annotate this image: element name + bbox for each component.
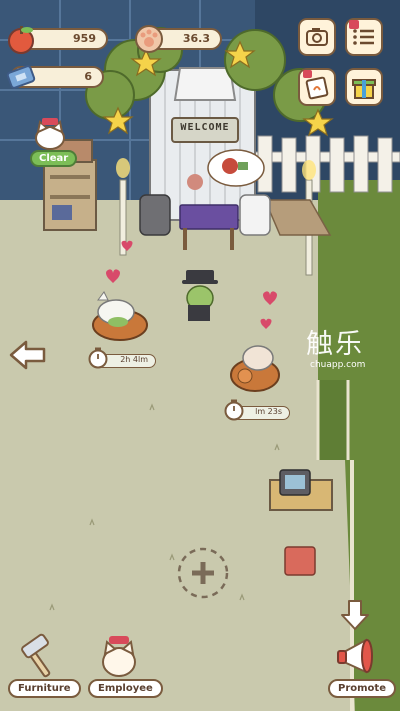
cat-employee-icon xyxy=(102,636,136,677)
ticket-icon xyxy=(6,65,36,89)
apples-value: 959 xyxy=(73,32,96,45)
watermark-url: chuapp.com xyxy=(310,360,366,370)
menu-button[interactable] xyxy=(345,18,383,56)
paw-cookie-icon xyxy=(135,25,163,53)
employee-button[interactable]: Employee xyxy=(86,632,163,702)
welcome-sign: WELCOME xyxy=(180,122,230,133)
down-arrow-icon xyxy=(341,600,369,630)
note-icon xyxy=(303,70,329,100)
shop-level-cat-icon xyxy=(35,118,65,150)
add-plus-icon xyxy=(177,547,229,599)
watermark: 触乐 chuapp.com xyxy=(306,329,366,371)
stopwatch-icon xyxy=(88,347,108,369)
bed-timer-1-label: 2h 4lm xyxy=(120,355,148,364)
furniture-button[interactable]: Furniture xyxy=(6,632,81,702)
stopwatch-icon xyxy=(224,399,244,421)
paws-value: 36.3 xyxy=(182,32,210,45)
add-furniture-slot[interactable] xyxy=(176,546,230,600)
tickets-value: 6 xyxy=(84,70,92,83)
watermark-title: 触乐 xyxy=(306,329,364,360)
bed-timer-2-label: lm 23s xyxy=(255,407,282,416)
back-arrow-icon xyxy=(9,340,46,370)
notes-button[interactable] xyxy=(298,68,336,106)
back-button[interactable] xyxy=(8,338,48,372)
furniture-label: Furniture xyxy=(8,679,81,698)
promote-label: Promote xyxy=(328,679,396,698)
gift-button[interactable] xyxy=(345,68,383,106)
employee-label: Employee xyxy=(88,679,163,698)
megaphone-icon xyxy=(337,638,373,674)
promote-button[interactable]: Promote xyxy=(322,632,396,702)
game-scene: 959 36.3 6 Clear WELCOME 2h 4lm lm 23s 触… xyxy=(0,0,400,711)
gift-icon xyxy=(352,79,376,99)
hammer-icon xyxy=(21,633,51,678)
clear-badge[interactable]: Clear xyxy=(30,150,78,167)
menu-list-icon xyxy=(349,20,374,45)
camera-icon xyxy=(306,28,328,46)
camera-button[interactable] xyxy=(298,18,336,56)
apple-icon xyxy=(8,26,34,54)
